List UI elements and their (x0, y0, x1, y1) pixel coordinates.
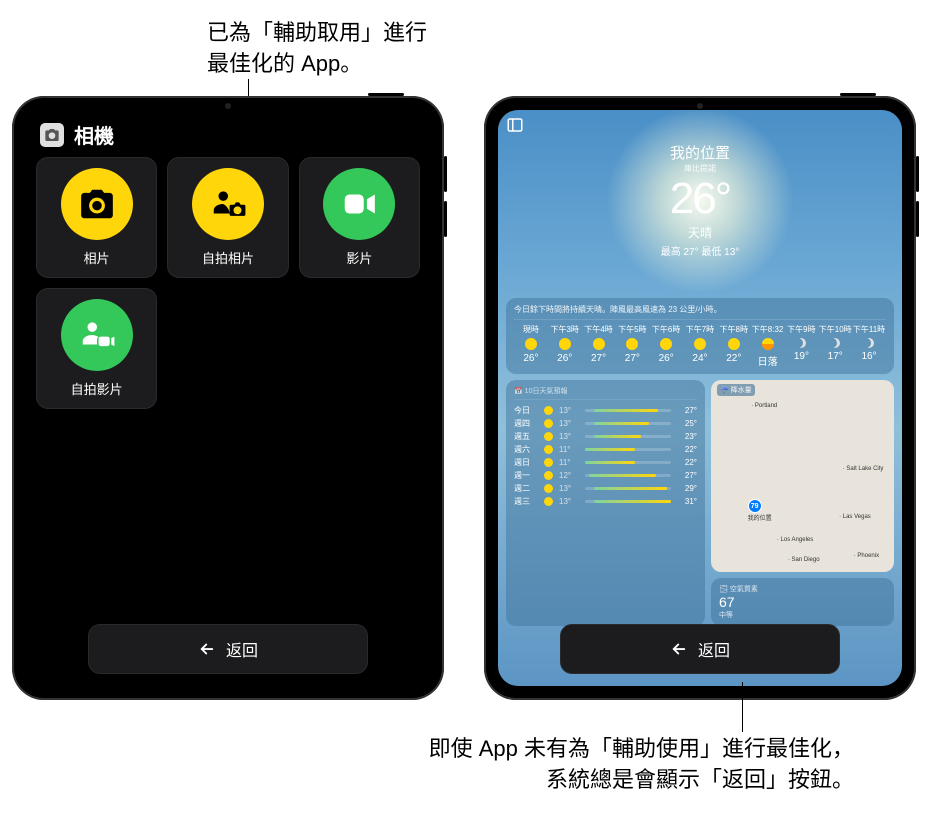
arrow-left-icon (670, 640, 688, 658)
high-low: 最高 27° 最低 13° (498, 243, 902, 258)
day-row: 週一12°27° (514, 469, 697, 482)
precip-header: ☔ 降水量 (717, 384, 755, 396)
ipad-camera: 相機 相片 自拍相片 (12, 96, 444, 700)
weather-lower-row: 📅 10日天氣預報 今日13°27°週四13°25°週五13°23°週六11°2… (506, 380, 894, 626)
weather-content: 今日餘下時間將持續天晴。陣風最高風速為 23 公里/小時。 現時26°下午3時2… (506, 298, 894, 626)
ipad-power-button (368, 93, 404, 96)
callout-line (742, 682, 743, 732)
side-panel: ☔ 降水量 · Portland · Salt Lake City · Las Ve… (711, 380, 894, 626)
current-temp: 26° (498, 174, 902, 224)
aqi-card[interactable]: 🌫 空氣質素 67 中等 (711, 578, 894, 626)
video-icon (323, 168, 395, 240)
camera-app-screen: 相機 相片 自拍相片 (26, 110, 430, 686)
map-city: · Portland (751, 403, 777, 409)
ipad-volume-up (916, 156, 919, 192)
camera-header: 相機 (26, 110, 430, 157)
aqi-value: 67 (719, 594, 886, 610)
back-label: 返回 (698, 637, 730, 661)
hourly-item: 下午11時16° (852, 324, 886, 368)
tile-label: 自拍相片 (202, 248, 254, 267)
camera-icon (61, 168, 133, 240)
day-row: 週日11°22° (514, 456, 697, 469)
hourly-item: 下午5時27° (615, 324, 649, 368)
hourly-item: 下午6時26° (649, 324, 683, 368)
day-row: 週二13°29° (514, 482, 697, 495)
camera-tile-selfie-video[interactable]: 自拍影片 (36, 288, 157, 409)
back-button[interactable]: 返回 (88, 624, 368, 674)
map-my-location: 79 我的位置 (748, 499, 772, 522)
ipad-weather: 我的位置 庫比提諾 26° 天晴 最高 27° 最低 13° 今日餘下時間將持續… (484, 96, 916, 700)
ipad-volume-up (444, 156, 447, 192)
person-camera-icon (192, 168, 264, 240)
arrow-left-icon (198, 640, 216, 658)
map-city: · Las Vegas (839, 514, 871, 520)
map-city: · Los Angeles (777, 537, 813, 543)
precipitation-map[interactable]: ☔ 降水量 · Portland · Salt Lake City · Las Ve… (711, 380, 894, 572)
map-city: · Salt Lake City (843, 466, 884, 472)
hourly-row: 現時26°下午3時26°下午4時27°下午5時27°下午6時26°下午7時24°… (514, 320, 886, 368)
ipad-power-button (840, 93, 876, 96)
weather-header: 我的位置 庫比提諾 26° 天晴 最高 27° 最低 13° (498, 110, 902, 258)
day-row: 週五13°23° (514, 430, 697, 443)
callout-top: 已為「輔助取用」進行 最佳化的 App。 (207, 18, 427, 80)
hourly-item: 下午8:32日落 (751, 324, 785, 368)
hourly-item: 下午4時27° (582, 324, 616, 368)
ipads-container: 相機 相片 自拍相片 (12, 96, 916, 700)
weather-app-screen: 我的位置 庫比提諾 26° 天晴 最高 27° 最低 13° 今日餘下時間將持續… (498, 110, 902, 686)
tile-label: 影片 (346, 248, 372, 267)
camera-app-icon (40, 123, 64, 147)
camera-grid: 相片 自拍相片 影片 (26, 157, 430, 409)
hourly-item: 下午8時22° (717, 324, 751, 368)
callout-bottom: 即使 App 未有為「輔助使用」進行最佳化， 系統總是會顯示「返回」按鈕。 (429, 734, 854, 796)
hourly-item: 下午9時19° (785, 324, 819, 368)
tile-label: 相片 (84, 248, 110, 267)
map-city: · San Diego (788, 557, 820, 563)
hourly-forecast-card[interactable]: 今日餘下時間將持續天晴。陣風最高風速為 23 公里/小時。 現時26°下午3時2… (506, 298, 894, 374)
camera-tile-photo[interactable]: 相片 (36, 157, 157, 278)
hourly-item: 下午3時26° (548, 324, 582, 368)
back-label: 返回 (226, 637, 258, 661)
condition: 天晴 (498, 224, 902, 241)
camera-title: 相機 (74, 120, 114, 149)
forecast-text: 今日餘下時間將持續天晴。陣風最高風速為 23 公里/小時。 (514, 304, 886, 320)
location-sub: 庫比提諾 (498, 163, 902, 174)
aqi-header: 🌫 空氣質素 (719, 584, 886, 594)
daily-header: 📅 10日天氣預報 (514, 386, 697, 400)
map-city: · Phoenix (854, 553, 879, 559)
day-row: 週六11°22° (514, 443, 697, 456)
ipad-volume-down (444, 201, 447, 237)
hourly-item: 現時26° (514, 324, 548, 368)
back-button[interactable]: 返回 (560, 624, 840, 674)
day-row: 週三13°31° (514, 495, 697, 508)
day-row: 週四13°25° (514, 417, 697, 430)
hourly-item: 下午10時17° (818, 324, 852, 368)
ipad-volume-down (916, 201, 919, 237)
person-video-icon (61, 299, 133, 371)
location-name: 我的位置 (498, 142, 902, 163)
camera-tile-selfie-photo[interactable]: 自拍相片 (167, 157, 288, 278)
day-row: 今日13°27° (514, 404, 697, 417)
camera-tile-video[interactable]: 影片 (299, 157, 420, 278)
tile-label: 自拍影片 (71, 379, 123, 398)
aqi-level: 中等 (719, 610, 886, 620)
daily-forecast-card[interactable]: 📅 10日天氣預報 今日13°27°週四13°25°週五13°23°週六11°2… (506, 380, 705, 626)
hourly-item: 下午7時24° (683, 324, 717, 368)
